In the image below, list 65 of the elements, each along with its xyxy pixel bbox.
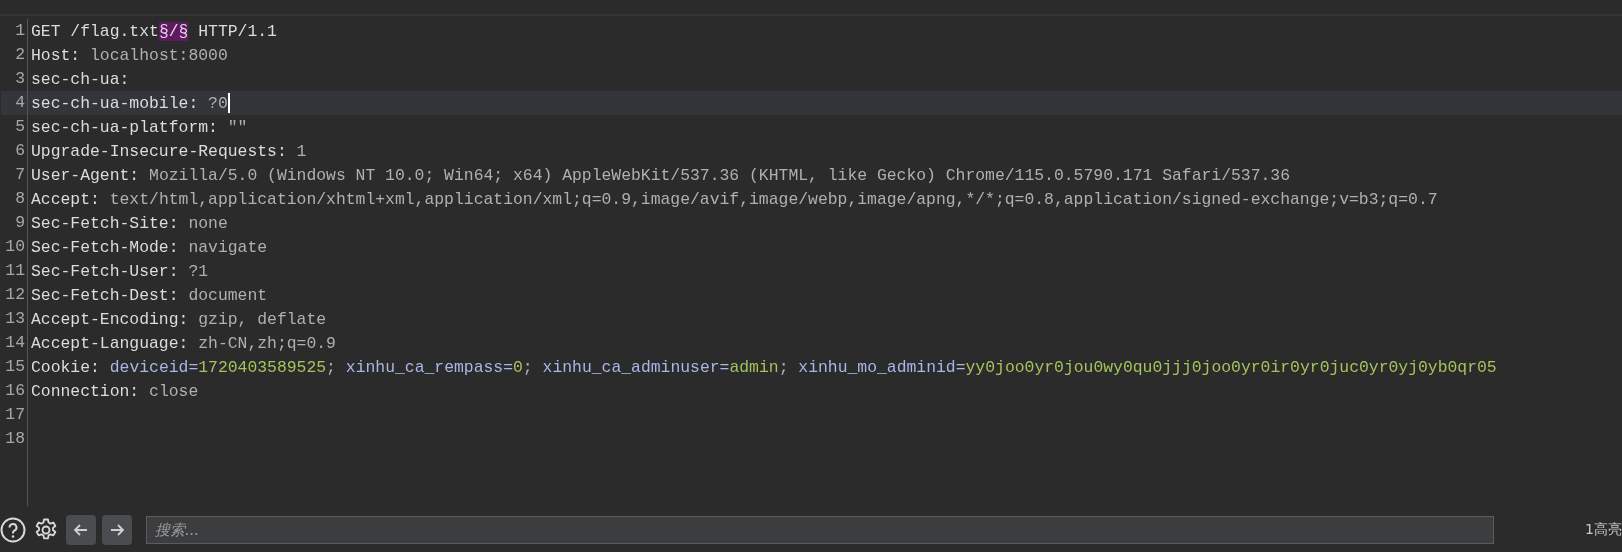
header-value: none bbox=[187, 213, 228, 233]
param-value: 1720403589525 bbox=[198, 357, 327, 377]
param-value: yy0joo0yr0jou0wy0qu0jjj0joo0yr0ir0yr0juc0yr0yj0yb0qr05 bbox=[965, 357, 1497, 377]
previous-button[interactable] bbox=[66, 515, 96, 545]
header-value: ?0 bbox=[207, 93, 228, 113]
line-number: 7 bbox=[1, 163, 28, 187]
header-value: zh-CN,zh;q=0.9 bbox=[197, 333, 336, 353]
header-name: Accept-Language: bbox=[31, 333, 189, 353]
next-button[interactable] bbox=[102, 515, 132, 545]
header-name: sec-ch-ua-mobile: bbox=[31, 93, 199, 113]
header-name: Accept: bbox=[31, 189, 100, 209]
line-number: 8 bbox=[1, 187, 28, 211]
header-value: navigate bbox=[187, 237, 268, 257]
param-name: deviceid= bbox=[109, 357, 199, 377]
header-name: HTTP/1.1 bbox=[197, 21, 277, 41]
line-number: 2 bbox=[1, 43, 28, 67]
header-value: "" bbox=[226, 117, 248, 137]
search-field[interactable]: 搜索... bbox=[146, 516, 1494, 544]
match-count: 1高亮 bbox=[1585, 521, 1622, 539]
line-number: 4 bbox=[1, 91, 28, 115]
line-number: 15 bbox=[1, 355, 28, 379]
header-name: Sec-Fetch-Dest: bbox=[31, 285, 179, 305]
param-value: 0 bbox=[513, 357, 523, 377]
header-name: Cookie: bbox=[31, 357, 101, 377]
header-name: Host: bbox=[31, 45, 81, 65]
header-value: ; bbox=[522, 357, 534, 377]
line-number: 14 bbox=[1, 331, 28, 355]
header-name: User-Agent: bbox=[31, 165, 140, 185]
param-name: xinhu_mo_adminid= bbox=[798, 357, 966, 377]
param-value: admin bbox=[729, 357, 779, 377]
line-number: 12 bbox=[1, 283, 28, 307]
line-number: 11 bbox=[1, 259, 28, 283]
header-value: gzip, deflate bbox=[197, 309, 327, 329]
line-number: 13 bbox=[1, 307, 28, 331]
help-icon[interactable] bbox=[0, 517, 26, 543]
header-name: Sec-Fetch-Site: bbox=[31, 213, 179, 233]
line-number: 6 bbox=[1, 139, 28, 163]
header-name: Sec-Fetch-User: bbox=[31, 261, 179, 281]
line-number: 9 bbox=[1, 211, 28, 235]
header-value: document bbox=[187, 285, 268, 305]
line-number: 18 bbox=[1, 427, 28, 451]
header-value: close bbox=[148, 381, 199, 401]
header-name: sec-ch-ua: bbox=[31, 69, 130, 89]
header-name: Upgrade-Insecure-Requests: bbox=[31, 141, 287, 161]
text-cursor bbox=[227, 93, 230, 113]
header-value: localhost:8000 bbox=[89, 45, 228, 65]
payload-marker: §/§ bbox=[158, 21, 189, 41]
header-name: Connection: bbox=[31, 381, 140, 401]
header-name: sec-ch-ua-platform: bbox=[31, 117, 218, 137]
header-value: ; bbox=[778, 357, 790, 377]
header-name: Accept-Encoding: bbox=[31, 309, 189, 329]
param-name: xinhu_ca_adminuser= bbox=[542, 357, 730, 377]
header-name: Sec-Fetch-Mode: bbox=[31, 237, 179, 257]
line-number: 1 bbox=[1, 19, 28, 43]
line-number: 5 bbox=[1, 115, 28, 139]
header-value: Mozilla/5.0 (Windows NT 10.0; Win64; x64) AppleWebKit/537.36 (KHTML, like Gecko) Chrome/115.0.5790.171 Safari/537.36 bbox=[148, 165, 1290, 185]
line-number: 17 bbox=[1, 403, 28, 427]
header-value: 1 bbox=[295, 141, 307, 161]
param-name: xinhu_ca_rempass= bbox=[345, 357, 513, 377]
header-value: text/html,application/xhtml+xml,application/xml;q=0.9,image/avif,image/webp,image/apng,*/*;q=0.8,application/signed-exchange;v=b3;q=0.7 bbox=[108, 189, 1438, 209]
header-value: ?1 bbox=[187, 261, 209, 281]
line-number: 16 bbox=[1, 379, 28, 403]
line-number: 10 bbox=[1, 235, 28, 259]
header-name: GET /flag.txt bbox=[31, 21, 159, 41]
header-value: ; bbox=[326, 357, 337, 377]
